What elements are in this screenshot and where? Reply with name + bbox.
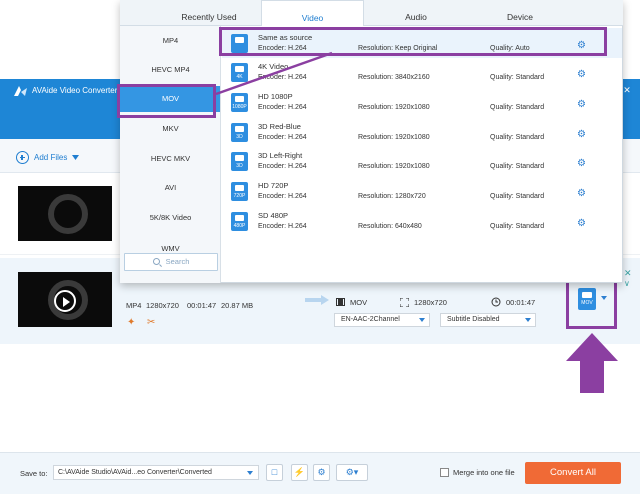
search-placeholder: Search (165, 257, 190, 266)
preset-badge: 3D (236, 163, 243, 169)
preset-name: 3D Red-Blue (258, 122, 301, 131)
tab-device[interactable]: Device (470, 0, 570, 26)
preset-resolution: Resolution: 1920x1080 (358, 134, 430, 141)
save-path-value: C:\AVAide Studio\AVAid...eo Converter\Co… (58, 469, 212, 476)
audio-track-select[interactable]: EN-AAC-2Channel (334, 313, 430, 327)
edit-star-icon[interactable]: ✦ (127, 317, 135, 328)
preset-3d-icon: 3D (231, 152, 248, 171)
preset-row[interactable]: 3D 3D Red-Blue Encoder: H.264 Resolution… (222, 117, 622, 147)
gear-icon[interactable]: ⚙ (577, 189, 587, 199)
source-size: 20.87 MB (221, 301, 254, 310)
gear-icon[interactable]: ⚙ (577, 130, 587, 140)
preset-quality: Quality: Standard (490, 163, 545, 170)
preset-3d-icon: 3D (231, 123, 248, 142)
search-icon (152, 258, 160, 265)
preset-resolution: Resolution: 3840x2160 (358, 74, 430, 81)
add-files-label: Add Files (34, 153, 68, 162)
collapse-chevron-icon[interactable]: ∨ (624, 279, 630, 288)
preset-quality: Quality: Standard (490, 134, 545, 141)
category-mp4[interactable]: MP4 (120, 28, 220, 54)
preset-badge: 1080P (232, 104, 247, 110)
convert-all-button[interactable]: Convert All (525, 462, 621, 484)
gpu-icon[interactable]: ⚙ (313, 464, 330, 481)
annotation-connector-line (215, 51, 333, 96)
category-5k-8k-video[interactable]: 5K/8K Video (120, 205, 220, 231)
preset-encoder: Encoder: H.264 (258, 104, 307, 111)
preset-name: 3D Left-Right (258, 151, 303, 160)
resize-icon (400, 298, 409, 307)
preset-name: HD 720P (258, 181, 289, 190)
preset-encoder: Encoder: H.264 (258, 223, 307, 230)
app-logo-icon (14, 86, 27, 96)
preset-row[interactable]: 480P SD 480P Encoder: H.264 Resolution: … (222, 206, 622, 236)
highlight-box-format-chip (566, 278, 617, 329)
hardware-accel-icon[interactable]: ⚡ (291, 464, 308, 481)
clock-icon (491, 297, 501, 307)
convert-arrow-icon (305, 295, 329, 305)
highlight-box-mov (117, 84, 216, 118)
chevron-down-icon (247, 470, 253, 475)
output-resolution: 1280x720 (414, 298, 447, 307)
category-avi[interactable]: AVI (120, 175, 220, 201)
category-hevc-mp4[interactable]: HEVC MP4 (120, 57, 220, 83)
cut-icon[interactable]: ✂ (147, 317, 155, 328)
save-path-select[interactable]: C:\AVAide Studio\AVAid...eo Converter\Co… (53, 465, 259, 480)
gear-icon[interactable]: ⚙ (577, 159, 587, 169)
preset-resolution: Resolution: 640x480 (358, 223, 422, 230)
gear-icon[interactable]: ⚙ (577, 219, 587, 229)
preset-quality: Quality: Standard (490, 193, 545, 200)
output-format: MOV (350, 298, 368, 307)
source-format: MP4 (126, 301, 142, 310)
play-icon[interactable] (54, 290, 76, 312)
preset-quality: Quality: Standard (490, 223, 545, 230)
preset-resolution: Resolution: 1920x1080 (358, 104, 430, 111)
video-thumbnail (18, 186, 112, 241)
gear-icon[interactable]: ⚙ (577, 70, 587, 80)
preset-720p-icon: 720P (231, 182, 248, 201)
preset-480p-icon: 480P (231, 212, 248, 231)
preset-resolution: Resolution: 1920x1080 (358, 163, 430, 170)
preset-name: SD 480P (258, 211, 289, 220)
merge-checkbox[interactable] (440, 468, 449, 477)
chevron-down-icon (72, 155, 80, 160)
category-mkv[interactable]: MKV (120, 116, 220, 142)
settings-gear-icon[interactable]: ⚙▾ (336, 464, 368, 481)
merge-label: Merge into one file (453, 468, 515, 477)
preset-badge: 480P (233, 223, 246, 229)
plus-circle-icon (16, 151, 29, 164)
source-duration: 00:01:47 (187, 301, 217, 310)
preset-badge: 720P (233, 193, 246, 199)
preset-badge: 3D (236, 134, 243, 140)
remove-file-icon[interactable]: ✕ (624, 268, 632, 279)
tab-video[interactable]: Video (261, 0, 364, 26)
source-resolution: 1280x720 (146, 301, 179, 310)
preset-row[interactable]: 3D 3D Left-Right Encoder: H.264 Resoluti… (222, 146, 622, 176)
preset-resolution: Resolution: 1280x720 (358, 193, 426, 200)
app-window: AVAide Video Converter — ☐ ✕ Add Files M… (0, 0, 640, 494)
chevron-down-icon (419, 318, 425, 322)
save-to-label: Save to: (20, 469, 48, 478)
preset-row[interactable]: 720P HD 720P Encoder: H.264 Resolution: … (222, 176, 622, 206)
gear-icon[interactable]: ⚙ (577, 100, 587, 110)
preset-encoder: Encoder: H.264 (258, 193, 307, 200)
audio-track-value: EN-AAC-2Channel (341, 316, 400, 323)
preset-quality: Quality: Standard (490, 104, 545, 111)
category-list: MP4 HEVC MP4 MOV MKV HEVC MKV AVI 5K/8K … (120, 26, 221, 283)
add-files-button[interactable]: Add Files (16, 151, 80, 164)
film-icon (336, 298, 345, 306)
subtitle-value: Subtitle Disabled (447, 316, 500, 323)
tab-audio[interactable]: Audio (366, 0, 466, 26)
output-duration: 00:01:47 (506, 298, 536, 307)
open-folder-icon[interactable]: □ (266, 464, 283, 481)
preset-encoder: Encoder: H.264 (258, 163, 307, 170)
purple-up-arrow (566, 333, 618, 393)
category-search[interactable]: Search (124, 253, 218, 271)
category-hevc-mkv[interactable]: HEVC MKV (120, 146, 220, 172)
app-title: AVAide Video Converter (32, 86, 118, 95)
preset-quality: Quality: Standard (490, 74, 545, 81)
chevron-down-icon (525, 318, 531, 322)
tab-recently-used[interactable]: Recently Used (159, 0, 259, 26)
preset-encoder: Encoder: H.264 (258, 134, 307, 141)
subtitle-select[interactable]: Subtitle Disabled (440, 313, 536, 327)
